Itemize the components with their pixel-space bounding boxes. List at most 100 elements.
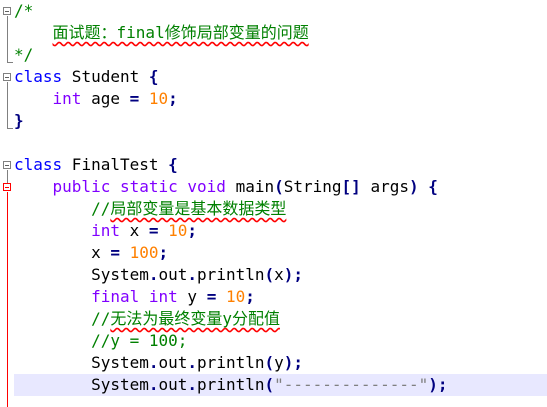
- code-token: int: [52, 89, 82, 108]
- code-editor[interactable]: /* 面试题：final修饰局部变量的问题 */ class Student { i…: [0, 0, 547, 407]
- code-token: (: [264, 353, 275, 372]
- code-token: =: [206, 287, 217, 306]
- code-line[interactable]: x = 100;: [14, 242, 547, 264]
- fold-toggle-icon[interactable]: [3, 183, 11, 191]
- code-token: println: [197, 265, 265, 284]
- code-line[interactable]: //无法为最终变量y分配值: [14, 308, 547, 330]
- code-token: args: [360, 177, 409, 196]
- code-line[interactable]: public static void main(String[] args) {: [14, 176, 547, 198]
- code-token: y: [177, 287, 207, 306]
- code-token: 面试题：final修饰局部变量的问题: [52, 23, 309, 42]
- code-token: ;: [158, 243, 169, 262]
- code-token: {: [168, 155, 178, 174]
- code-line[interactable]: //局部变量是基本数据类型: [14, 198, 547, 220]
- code-token: Student: [62, 67, 149, 86]
- code-token: .: [187, 375, 198, 394]
- code-line[interactable]: /*: [14, 0, 547, 22]
- code-token: final: [91, 287, 140, 306]
- code-token: main: [225, 177, 275, 196]
- code-line[interactable]: */: [14, 44, 547, 66]
- fold-toggle-icon[interactable]: [3, 161, 11, 169]
- code-line[interactable]: int age = 10;: [14, 88, 547, 110]
- code-token: println: [197, 375, 265, 394]
- code-line[interactable]: //y = 100;: [14, 330, 547, 352]
- code-line[interactable]: class FinalTest {: [14, 154, 547, 176]
- code-token: =: [148, 221, 159, 240]
- code-token: (: [274, 177, 284, 196]
- code-token: class: [14, 67, 63, 86]
- code-token: );: [283, 353, 304, 372]
- code-token: //y = 100;: [91, 331, 188, 350]
- fold-toggle-icon[interactable]: [3, 7, 11, 15]
- code-token: 10: [148, 89, 169, 108]
- code-token: .: [148, 375, 159, 394]
- code-token: System: [91, 353, 149, 372]
- code-token: x: [119, 221, 149, 240]
- code-line[interactable]: }: [14, 110, 547, 132]
- code-token: static: [119, 177, 178, 196]
- code-token: 10: [225, 287, 246, 306]
- code-token: //: [91, 199, 111, 218]
- code-token: System: [91, 375, 149, 394]
- code-token: out: [158, 375, 188, 394]
- code-token: /*: [14, 1, 34, 20]
- code-token: );: [283, 265, 304, 284]
- code-token: );: [428, 375, 448, 394]
- code-token: ;: [168, 89, 178, 108]
- fold-guide: [7, 16, 8, 62]
- fold-guide: [7, 82, 8, 128]
- code-token: =: [110, 243, 120, 262]
- fold-guide: [7, 192, 8, 407]
- code-token: (: [264, 265, 275, 284]
- code-token: FinalTest: [62, 155, 169, 174]
- code-token: age: [81, 89, 130, 108]
- code-token: []: [341, 177, 361, 196]
- code-token: .: [148, 353, 159, 372]
- code-line[interactable]: [14, 132, 547, 154]
- code-token: */: [14, 45, 34, 64]
- code-token: =: [129, 89, 140, 108]
- code-token: int: [148, 287, 178, 306]
- code-token: x: [91, 243, 111, 262]
- code-token: out: [158, 353, 188, 372]
- code-token: x: [274, 265, 284, 284]
- fold-toggle-icon[interactable]: [3, 73, 11, 81]
- code-token: ;: [187, 221, 198, 240]
- code-token: //: [91, 309, 111, 328]
- code-line[interactable]: int x = 10;: [14, 220, 547, 242]
- code-token: String: [283, 177, 342, 196]
- code-token: (: [264, 375, 275, 394]
- code-line[interactable]: class Student {: [14, 66, 547, 88]
- code-token: out: [158, 265, 188, 284]
- code-line[interactable]: System.out.println(x);: [14, 264, 547, 286]
- code-line[interactable]: final int y = 10;: [14, 286, 547, 308]
- fold-gutter: [0, 0, 14, 407]
- code-token: 无法为最终变量y分配值: [110, 309, 280, 328]
- code-token: int: [91, 221, 120, 240]
- code-line[interactable]: System.out.println(y);: [14, 352, 547, 374]
- code-token: y: [274, 353, 284, 372]
- code-token: 10: [168, 221, 188, 240]
- fold-guide: [7, 170, 8, 183]
- code-line[interactable]: System.out.println("--------------");: [14, 374, 547, 396]
- code-token: println: [197, 353, 265, 372]
- code-token: void: [187, 177, 226, 196]
- code-token: .: [187, 265, 198, 284]
- code-line[interactable]: 面试题：final修饰局部变量的问题: [14, 22, 547, 44]
